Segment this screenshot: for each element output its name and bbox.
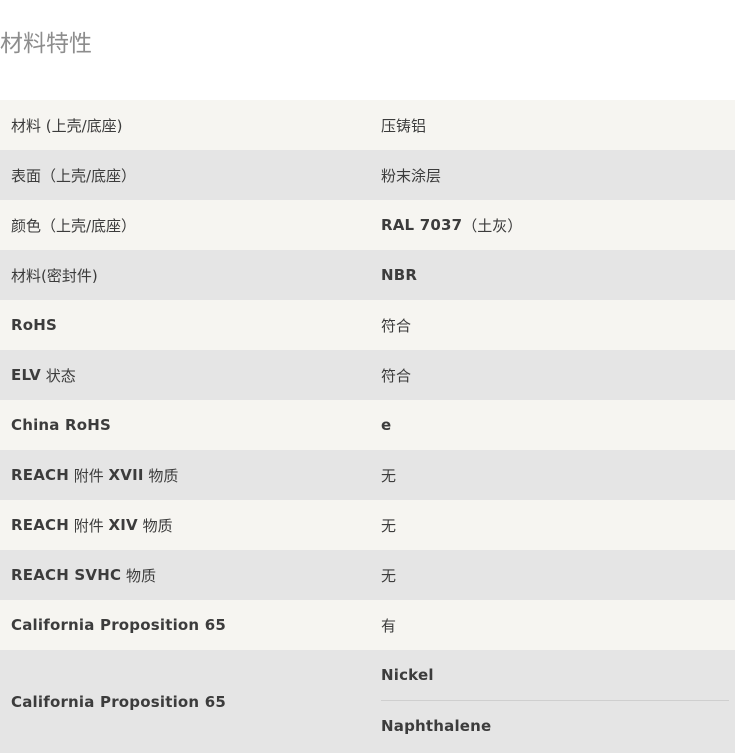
row-label: California Proposition 65	[11, 616, 227, 634]
table-row: California Proposition 65 有	[0, 600, 735, 650]
row-value: 无	[381, 466, 397, 485]
row-label-code: XVII	[108, 466, 144, 484]
row-label: 材料 (上壳/底座)	[11, 116, 123, 135]
table-row: China RoHS e	[0, 400, 735, 450]
row-value-item: Naphthalene	[381, 717, 492, 735]
row-label: California Proposition 65	[11, 692, 227, 711]
row-label-code: REACH	[11, 516, 69, 534]
row-label: RoHS	[11, 316, 58, 334]
row-label-code: XIV	[108, 516, 138, 534]
table-row: California Proposition 65 Nickel Naphtha…	[0, 650, 735, 753]
row-label: China RoHS	[11, 416, 112, 434]
row-label: ELV 状态	[0, 365, 370, 386]
row-label: 颜色（上壳/底座）	[11, 216, 137, 235]
row-label-text: 状态	[40, 366, 76, 385]
row-label: REACH 附件 XIV 物质	[0, 515, 370, 536]
row-label: REACH 附件 XVII 物质	[0, 465, 370, 486]
row-value: 有	[381, 616, 397, 635]
row-label-code: ELV	[11, 366, 41, 384]
row-value-code: RAL 7037	[381, 216, 463, 234]
table-row: 材料 (上壳/底座) 压铸铝	[0, 100, 735, 150]
row-value-item: Nickel	[381, 666, 434, 684]
row-value: 无	[381, 566, 397, 585]
row-value-note: （土灰）	[462, 216, 523, 235]
row-label-code: REACH	[11, 466, 69, 484]
row-value: e	[381, 416, 392, 434]
properties-table: 材料 (上壳/底座) 压铸铝 表面（上壳/底座） 粉末涂层 颜色（上壳/底座） …	[0, 100, 735, 753]
row-value-list: Nickel Naphthalene	[370, 650, 735, 753]
row-label-text: 物质	[137, 516, 173, 535]
table-row: 材料(密封件) NBR	[0, 250, 735, 300]
row-label-code: REACH SVHC	[11, 566, 122, 584]
table-row: 表面（上壳/底座） 粉末涂层	[0, 150, 735, 200]
row-label-text: 物质	[143, 466, 179, 485]
row-label: 材料(密封件)	[11, 266, 98, 285]
table-row: REACH SVHC 物质 无	[0, 550, 735, 600]
table-row: 颜色（上壳/底座） RAL 7037 （土灰）	[0, 200, 735, 250]
row-label: 表面（上壳/底座）	[11, 166, 137, 185]
row-label-text: 附件	[68, 466, 109, 485]
table-row: REACH 附件 XIV 物质 无	[0, 500, 735, 550]
row-value: 粉末涂层	[381, 166, 442, 185]
row-label: REACH SVHC 物质	[0, 565, 370, 586]
row-label-text: 物质	[121, 566, 156, 585]
material-properties-page: 材料特性 材料 (上壳/底座) 压铸铝 表面（上壳/底座） 粉末涂层 颜色（上壳…	[0, 0, 735, 753]
row-value: RAL 7037 （土灰）	[370, 215, 735, 236]
row-value: 无	[381, 516, 397, 535]
section-title: 材料特性	[0, 31, 92, 57]
row-value: 压铸铝	[381, 116, 427, 135]
row-value: 符合	[381, 316, 412, 335]
row-label-text: 附件	[68, 516, 109, 535]
table-row: ELV 状态 符合	[0, 350, 735, 400]
row-value: 符合	[381, 366, 412, 385]
row-value: NBR	[381, 266, 418, 284]
table-row: RoHS 符合	[0, 300, 735, 350]
table-row: REACH 附件 XVII 物质 无	[0, 450, 735, 500]
